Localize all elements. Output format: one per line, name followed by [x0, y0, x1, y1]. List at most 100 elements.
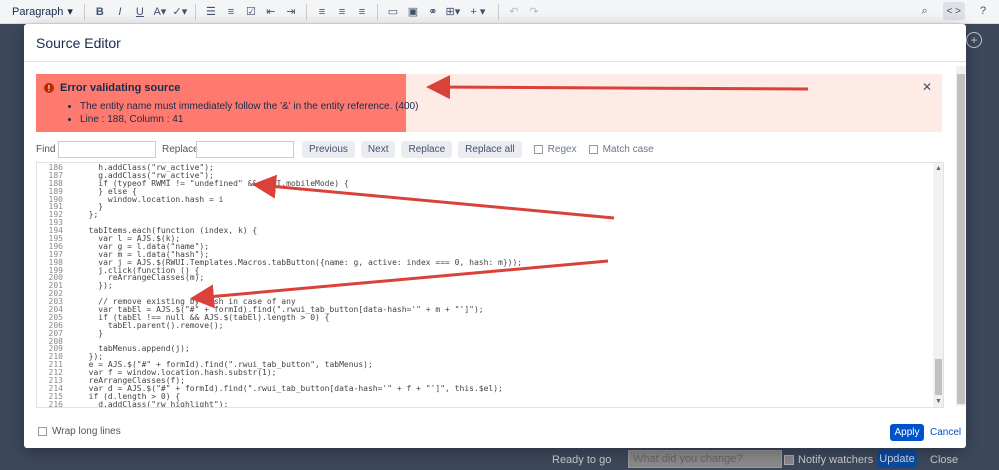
regex-checkbox[interactable]: Regex	[533, 143, 577, 155]
toolbar-divider	[376, 3, 378, 20]
replace-input[interactable]	[196, 140, 294, 158]
chevron-down-icon: ▾	[67, 6, 73, 18]
toolbar-divider	[194, 3, 196, 20]
error-banner: ! Error validating source The entity nam…	[36, 74, 942, 132]
scroll-down-icon[interactable]: ▼	[935, 398, 942, 405]
scroll-up-icon[interactable]: ▲	[935, 165, 942, 172]
numbered-list-icon[interactable]: ≡	[222, 3, 240, 21]
dialog-header: Source Editor	[24, 24, 966, 62]
line-number: 216	[48, 399, 63, 408]
error-messages: The entity name must immediately follow …	[80, 100, 418, 126]
code-line: }	[79, 202, 104, 212]
search-icon[interactable]: ⌕	[916, 2, 934, 20]
scrollbar-thumb[interactable]	[957, 74, 965, 404]
align-right-icon[interactable]: ≡	[353, 3, 371, 21]
code-line: d.addClass("rw_highlight");	[79, 399, 229, 408]
source-editor-toggle[interactable]: < >	[942, 2, 965, 20]
code-line: var d = AJS.$("#" + formId).find(".rwui_…	[79, 383, 503, 393]
checkbox-icon	[533, 144, 543, 154]
match-case-checkbox[interactable]: Match case	[588, 143, 654, 155]
wrap-lines-label: Wrap long lines	[52, 426, 121, 437]
dialog-scrollbar[interactable]	[956, 66, 966, 406]
toolbar-right: ⌕ < > ?	[915, 2, 993, 20]
code-line: tabEl.parent().remove();	[79, 320, 224, 330]
dialog-footer: Wrap long lines Apply Cancel	[24, 414, 966, 448]
ready-status: Ready to go	[552, 454, 612, 466]
match-case-label: Match case	[602, 143, 654, 155]
link-icon[interactable]: ⚭	[424, 3, 442, 21]
add-icon[interactable]: +	[966, 32, 982, 48]
bold-icon[interactable]: B	[91, 3, 109, 21]
image-icon[interactable]: ▣	[404, 3, 422, 21]
update-button[interactable]: Update	[877, 450, 917, 468]
notify-watchers-label: Notify watchers	[798, 454, 874, 466]
underline-icon[interactable]: U	[131, 3, 149, 21]
dialog-body: ! Error validating source The entity nam…	[24, 62, 966, 410]
italic-icon[interactable]: I	[111, 3, 129, 21]
code-line: if (typeof RWMI != "undefined" && RWMI.m…	[79, 178, 349, 188]
code-line: };	[79, 210, 99, 220]
find-input[interactable]	[58, 140, 156, 158]
error-location: Line : 188, Column : 41	[80, 113, 418, 126]
format-select-label: Paragraph	[12, 5, 64, 18]
replace-all-button[interactable]: Replace all	[458, 140, 522, 158]
insert-more-icon[interactable]: + ▾	[464, 3, 492, 21]
page-layout-icon[interactable]: ▭	[384, 3, 402, 21]
error-title-text: Error validating source	[60, 82, 181, 94]
close-page-button[interactable]: Close	[930, 454, 958, 466]
scrollbar-thumb[interactable]	[935, 359, 942, 395]
bullet-list-icon[interactable]: ☰	[202, 3, 220, 21]
replace-button[interactable]: Replace	[401, 140, 453, 158]
indent-icon[interactable]: ⇥	[282, 3, 300, 21]
code-line: var j = AJS.$(RWUI.Templates.Macros.tabB…	[79, 257, 523, 267]
error-message: The entity name must immediately follow …	[80, 100, 418, 113]
cancel-button[interactable]: Cancel	[930, 427, 961, 438]
code-scrollbar[interactable]: ▲ ▼	[933, 163, 943, 407]
code-line: }	[79, 328, 104, 338]
next-button[interactable]: Next	[360, 140, 396, 158]
checkbox-icon	[38, 427, 47, 436]
code-line: var f = window.location.hash.substr(1);	[79, 368, 277, 378]
dialog-title: Source Editor	[36, 34, 121, 51]
code-line: window.location.hash = i	[79, 194, 224, 204]
more-formatting-icon[interactable]: ✓▾	[171, 3, 189, 21]
code-line: j.click(function () {	[79, 265, 200, 275]
align-left-icon[interactable]: ≡	[313, 3, 331, 21]
wrap-lines-checkbox[interactable]: Wrap long lines	[38, 426, 121, 437]
text-color-icon[interactable]: A▾	[151, 3, 169, 21]
regex-label: Regex	[547, 143, 577, 155]
apply-button[interactable]: Apply	[890, 424, 924, 441]
replace-label: Replace	[162, 143, 199, 155]
checkbox-icon	[784, 455, 794, 465]
paragraph-format-select[interactable]: Paragraph ▾	[6, 2, 79, 22]
code-line: });	[79, 281, 113, 291]
code-line: tabMenus.append(j);	[79, 344, 190, 354]
code-line: tabItems.each(function (index, k) {	[79, 226, 258, 236]
code-content[interactable]: h.addClass("rw_active"); g.addClass("rw_…	[79, 163, 929, 408]
outdent-icon[interactable]: ⇤	[262, 3, 280, 21]
table-icon[interactable]: ⊞▾	[444, 3, 462, 21]
find-label: Find	[36, 143, 56, 155]
find-replace-bar: Find Replace Previous Next Replace Repla…	[36, 140, 946, 158]
source-code-editor[interactable]: 186 187 188 189 190 191 192 193 194 195 196 197 198 1…	[36, 162, 944, 408]
line-number-gutter: 186 187 188 189 190 191 192 193 194 195 196 197 198 1…	[37, 163, 67, 407]
source-editor-dialog: Source Editor ! Error validating source …	[24, 24, 966, 448]
editor-toolbar: Paragraph ▾ B I U A▾ ✓▾ ☰ ≡ ☑ ⇤ ⇥ ≡ ≡ ≡ …	[0, 0, 999, 24]
notify-watchers-checkbox[interactable]: Notify watchers	[784, 454, 873, 466]
task-list-icon[interactable]: ☑	[242, 3, 260, 21]
error-title: ! Error validating source	[44, 82, 180, 94]
change-comment-input[interactable]: What did you change?	[628, 450, 782, 468]
error-icon: !	[44, 83, 54, 93]
toolbar-divider	[497, 3, 499, 20]
toolbar-divider	[83, 3, 85, 20]
help-icon[interactable]: ?	[974, 2, 992, 20]
align-center-icon[interactable]: ≡	[333, 3, 351, 21]
checkbox-icon	[588, 144, 598, 154]
close-icon[interactable]: ✕	[922, 80, 932, 94]
toolbar-divider	[305, 3, 307, 20]
code-line: reArrangeClasses(m);	[79, 273, 205, 283]
previous-button[interactable]: Previous	[302, 140, 355, 158]
undo-icon[interactable]: ↶	[505, 3, 523, 21]
redo-icon[interactable]: ↷	[525, 3, 543, 21]
